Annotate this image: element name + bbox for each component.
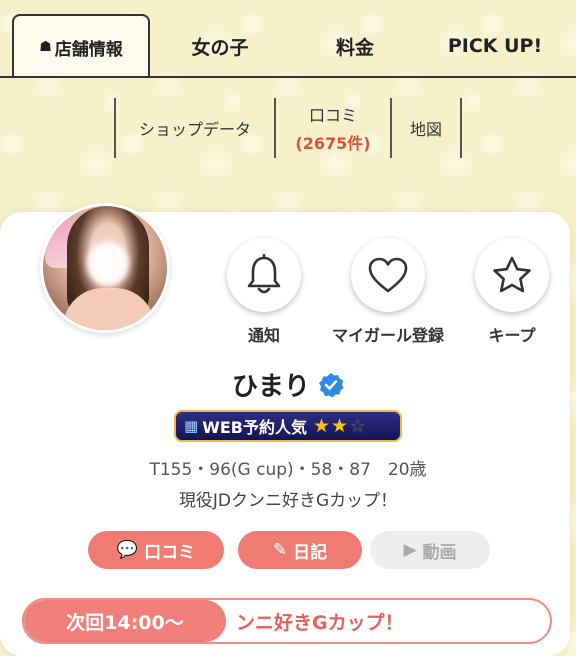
diary-button[interactable]: ✎ 日記 bbox=[238, 531, 362, 569]
my-girl-action: マイガール登録 bbox=[328, 238, 448, 346]
edit-icon: ✎ bbox=[272, 540, 288, 560]
web-badge-label: WEB予約人気 bbox=[202, 418, 307, 437]
next-availability-bar[interactable]: 次回14:00〜 ンニ好きGカップ！ bbox=[22, 598, 552, 644]
notify-action: 通知 bbox=[204, 238, 324, 346]
subnav-shop-data-label: ショップデータ bbox=[138, 120, 251, 139]
review-button-label: 口コミ bbox=[144, 542, 196, 563]
speech-bubble-icon: 💬 bbox=[116, 540, 139, 560]
subnav-shop-data[interactable]: ショップデータ bbox=[116, 98, 274, 158]
video-button-label: 動画 bbox=[422, 542, 457, 563]
my-girl-button[interactable] bbox=[351, 238, 425, 312]
video-button[interactable]: ▶ 動画 bbox=[370, 531, 490, 569]
tabs-divider bbox=[0, 76, 576, 78]
rating-stars: ★★☆ bbox=[313, 415, 367, 437]
video-camera-icon: ▶ bbox=[403, 540, 417, 560]
keep-button[interactable] bbox=[475, 238, 549, 312]
keep-action: キープ bbox=[452, 238, 572, 346]
star-filled-icon: ★ bbox=[312, 415, 332, 437]
my-girl-label: マイガール登録 bbox=[331, 326, 444, 345]
subnav-reviews-label: 口コミ bbox=[308, 106, 357, 125]
notify-button[interactable] bbox=[227, 238, 301, 312]
heart-icon bbox=[368, 257, 408, 293]
star-icon bbox=[493, 256, 531, 293]
name-row: ひまり bbox=[0, 366, 576, 403]
next-time-badge: 次回14:00〜 bbox=[24, 600, 226, 642]
notify-label: 通知 bbox=[247, 326, 280, 345]
girl-stats: T155・96(G cup)・58・87 20歳 bbox=[149, 460, 427, 480]
tab-price[interactable]: 料金 bbox=[300, 26, 410, 66]
star-empty-icon: ☆ bbox=[349, 415, 368, 437]
star-filled-icon: ★ bbox=[331, 415, 350, 437]
next-message: ンニ好きGカップ！ bbox=[236, 611, 404, 634]
subnav-reviews[interactable]: 口コミ (2675件) bbox=[276, 98, 390, 158]
calendar-icon: ▦ bbox=[184, 417, 199, 435]
face-blur bbox=[87, 242, 129, 286]
subnav-map-label: 地図 bbox=[409, 120, 442, 139]
tab-shop-info[interactable]: ☗ 店舗情報 bbox=[12, 14, 150, 78]
tab-girls[interactable]: 女の子 bbox=[160, 26, 280, 66]
subnav-map[interactable]: 地図 bbox=[392, 98, 460, 158]
girl-name: ひまり bbox=[231, 372, 310, 402]
home-icon: ☗ bbox=[39, 39, 52, 55]
review-count: (2675件) bbox=[295, 134, 371, 153]
avatar[interactable] bbox=[40, 203, 170, 333]
verified-icon bbox=[319, 372, 344, 397]
review-button[interactable]: 💬 口コミ bbox=[88, 531, 224, 569]
diary-button-label: 日記 bbox=[293, 542, 328, 563]
bell-icon bbox=[247, 254, 281, 294]
web-popularity-badge: ▦ WEB予約人気 ★★☆ bbox=[174, 410, 402, 442]
divider bbox=[460, 98, 462, 158]
top-tabs: ☗ 店舗情報 女の子 料金 PICK UP! bbox=[0, 0, 576, 78]
keep-label: キープ bbox=[488, 326, 536, 345]
girl-catchphrase: 現役JDクンニ好きGカップ！ bbox=[178, 491, 398, 511]
sub-navigation: ショップデータ 口コミ (2675件) 地図 bbox=[114, 98, 462, 158]
tab-pickup[interactable]: PICK UP! bbox=[430, 26, 560, 66]
tab-shop-info-label: 店舗情報 bbox=[54, 39, 123, 60]
